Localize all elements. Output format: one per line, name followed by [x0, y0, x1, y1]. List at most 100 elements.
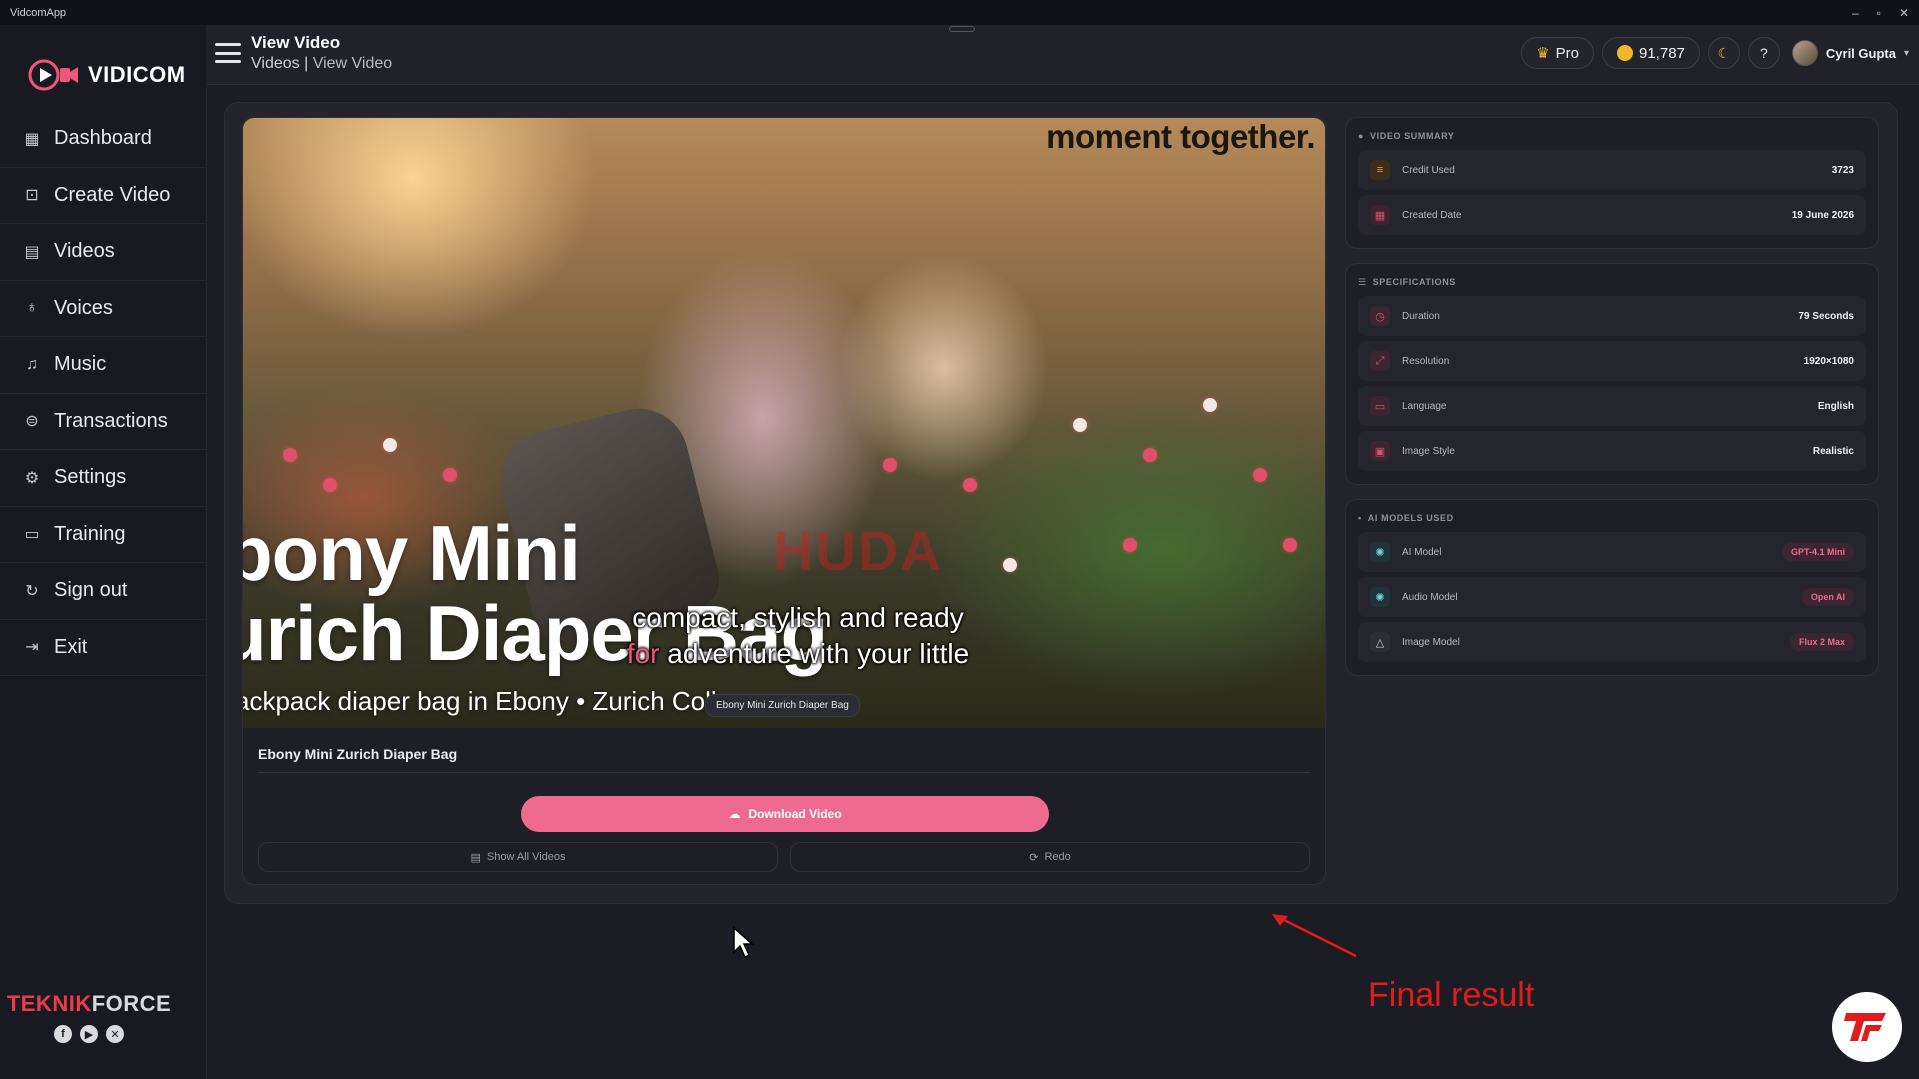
panel-heading-text: SPECIFICATIONS — [1372, 277, 1456, 287]
flower-shape — [1123, 538, 1137, 552]
credits-badge[interactable]: 91,787 — [1602, 37, 1700, 69]
sidebar-item-label: Music — [54, 353, 107, 376]
row-label: Duration — [1402, 310, 1440, 322]
main-content: moment together. HUDA bony Mini urich Di… — [224, 102, 1898, 904]
divider — [258, 772, 1310, 773]
model-row-audio: ✺ Audio Model Open AI — [1358, 577, 1866, 617]
show-all-videos-button[interactable]: ▤ Show All Videos — [258, 842, 778, 872]
credits-value: 91,787 — [1639, 44, 1685, 62]
spec-row-resolution: ⤢ Resolution 1920×1080 — [1358, 341, 1866, 381]
window-controls: – ▫ ✕ — [1852, 6, 1909, 20]
video-card: moment together. HUDA bony Mini urich Di… — [242, 117, 1326, 885]
sidebar-item-label: Voices — [54, 296, 113, 319]
breadcrumb-videos[interactable]: Videos — [251, 55, 300, 72]
sidebar-item-sign-out[interactable]: ↻ Sign out — [0, 563, 206, 620]
videos-icon: ▤ — [24, 243, 40, 261]
caption-highlight: for — [626, 638, 660, 669]
breadcrumb: Videos | View Video — [251, 55, 392, 73]
drag-handle[interactable] — [949, 26, 975, 32]
transactions-icon: ⊜ — [25, 413, 39, 431]
maximize-button[interactable]: ▫ — [1877, 6, 1881, 20]
row-value: 19 June 2026 — [1791, 209, 1854, 221]
sidebar-item-label: Create Video — [54, 183, 171, 206]
openai-icon: ✺ — [1370, 542, 1390, 562]
sidebar-item-label: Transactions — [54, 409, 168, 432]
moon-icon: ☾ — [1717, 44, 1731, 61]
video-tooltip: Ebony Mini Zurich Diaper Bag — [705, 694, 860, 717]
sidebar: VIDICOM ▦ Dashboard ⊡ Create Video ▤ Vid… — [0, 25, 207, 1079]
redo-label: Redo — [1044, 851, 1071, 863]
video-summary-panel: ● VIDEO SUMMARY ≡ Credit Used 3723 ▦ Create… — [1345, 117, 1879, 249]
exit-icon: ⇥ — [25, 639, 39, 657]
teknikforce-corner-logo-icon — [1832, 992, 1902, 1062]
user-menu[interactable]: Cyril Gupta ▾ — [1791, 40, 1909, 66]
calendar-icon: ▦ — [1370, 205, 1390, 225]
teknikforce-logo[interactable]: TEKNIKFORCE — [7, 991, 171, 1017]
help-button[interactable]: ? — [1747, 37, 1780, 69]
mouse-cursor-icon — [733, 926, 754, 959]
row-value: English — [1817, 400, 1854, 412]
theme-toggle-button[interactable]: ☾ — [1707, 37, 1740, 69]
facebook-icon[interactable]: f — [54, 1025, 72, 1043]
sidebar-item-label: Settings — [54, 466, 127, 489]
minimize-button[interactable]: – — [1852, 6, 1859, 20]
sidebar-item-label: Videos — [54, 240, 115, 263]
youtube-icon[interactable]: ▶ — [80, 1025, 98, 1043]
row-label: AI Model — [1402, 546, 1442, 558]
row-label: Audio Model — [1402, 591, 1458, 603]
flower-shape — [1003, 558, 1017, 572]
close-button[interactable]: ✕ — [1899, 6, 1909, 20]
menu-toggle-icon[interactable] — [215, 43, 241, 63]
sidebar-item-exit[interactable]: ⇥ Exit — [0, 620, 206, 676]
model-row-image: △ Image Model Flux 2 Max — [1358, 622, 1866, 662]
flower-shape — [1143, 448, 1157, 462]
plan-label: Pro — [1555, 44, 1579, 62]
sidebar-item-training[interactable]: ▭ Training — [0, 507, 206, 563]
flower-shape — [1203, 398, 1217, 412]
resize-icon: ⤢ — [1370, 351, 1390, 371]
sidebar-item-label: Sign out — [54, 579, 128, 602]
flower-shape — [323, 478, 337, 492]
app-logo[interactable]: VIDICOM — [0, 25, 206, 111]
openai-icon: ✺ — [1370, 587, 1390, 607]
image-icon: ▣ — [1370, 441, 1390, 461]
sidebar-item-label: Dashboard — [54, 127, 152, 150]
summary-row-created-date: ▦ Created Date 19 June 2026 — [1358, 195, 1866, 235]
sidebar-item-voices[interactable]: ♁ Voices — [0, 281, 206, 337]
avatar — [1791, 40, 1818, 66]
video-overlay-top-text: moment together. — [1046, 118, 1315, 155]
vidicom-logo-icon — [28, 59, 78, 91]
annotation-arrow-icon — [1272, 914, 1357, 958]
flower-shape — [383, 438, 397, 452]
annotation-label: Final result — [1368, 976, 1535, 1014]
panel-heading: ▪ AI MODELS USED — [1358, 510, 1866, 526]
flower-shape — [963, 478, 977, 492]
sidebar-item-videos[interactable]: ▤ Videos — [0, 224, 206, 281]
pro-plan-badge[interactable]: ♛ Pro — [1521, 37, 1594, 69]
sidebar-item-dashboard[interactable]: ▦ Dashboard — [0, 111, 206, 168]
dashboard-icon: ▦ — [24, 130, 40, 148]
panel-heading-text: AI MODELS USED — [1367, 513, 1454, 523]
sidebar-item-settings[interactable]: ⚙ Settings — [0, 450, 206, 507]
summary-row-credit-used: ≡ Credit Used 3723 — [1358, 150, 1866, 190]
sidebar-item-create-video[interactable]: ⊡ Create Video — [0, 168, 206, 224]
show-all-label: Show All Videos — [486, 851, 566, 863]
window-titlebar: VidcomApp – ▫ ✕ — [0, 0, 1919, 25]
top-right-controls: ♛ Pro 91,787 ☾ ? Cyril Gupta ▾ — [1521, 37, 1909, 69]
breadcrumb-current: View Video — [312, 55, 393, 72]
chevron-down-icon: ▾ — [1903, 47, 1909, 59]
video-player[interactable]: moment together. HUDA bony Mini urich Di… — [243, 118, 1325, 728]
x-twitter-icon[interactable]: ✕ — [106, 1025, 124, 1043]
panel-heading: ☰ SPECIFICATIONS — [1358, 274, 1866, 290]
brand-red-text: TEKNIK — [6, 991, 92, 1016]
row-value: 1920×1080 — [1803, 355, 1854, 367]
panel-heading-text: VIDEO SUMMARY — [1370, 131, 1455, 141]
sidebar-item-music[interactable]: ♫ Music — [0, 337, 206, 394]
brand-white-text: FORCE — [91, 991, 172, 1016]
top-bar: View Video Videos | View Video ♛ Pro 91,… — [207, 25, 1919, 85]
sidebar-item-transactions[interactable]: ⊜ Transactions — [0, 394, 206, 450]
download-video-button[interactable]: ☁ Download Video — [521, 796, 1049, 832]
model-tag: GPT-4.1 Mini — [1781, 543, 1854, 561]
video-title: Ebony Mini Zurich Diaper Bag — [258, 746, 458, 762]
redo-button[interactable]: ⟳ Redo — [790, 842, 1310, 872]
